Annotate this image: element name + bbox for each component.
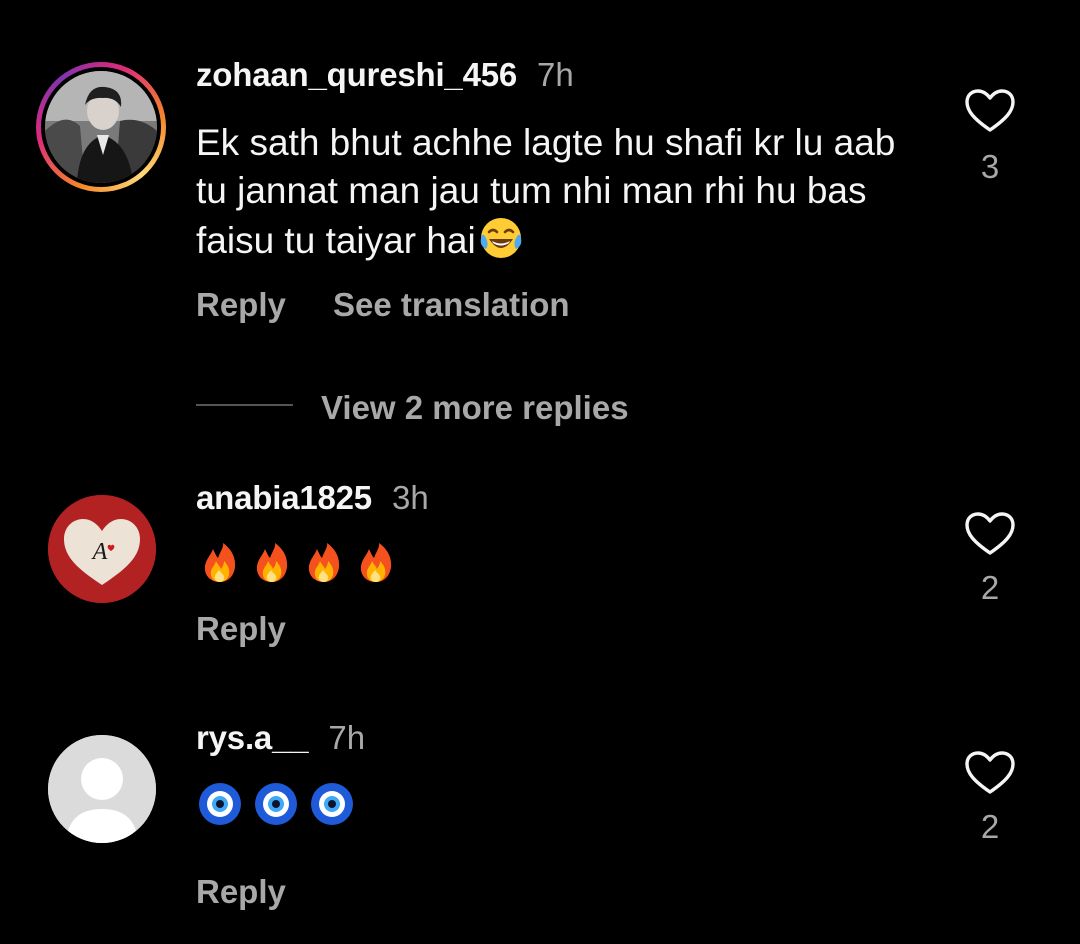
nazar-amulet-emoji bbox=[311, 783, 353, 825]
reply-button[interactable]: Reply bbox=[196, 873, 286, 911]
comment-timestamp: 3h bbox=[391, 479, 429, 516]
comment-header: rys.a__ 7h bbox=[196, 719, 365, 757]
profile-photo bbox=[45, 71, 157, 183]
comment-text: Ek sath bhut achhe lagte hu shafi kr lu … bbox=[196, 119, 916, 265]
laughing-tears-emoji bbox=[480, 218, 522, 258]
comment-header: anabia1825 3h bbox=[196, 479, 429, 517]
nazar-amulet-emoji bbox=[199, 783, 241, 825]
comment-timestamp: 7h bbox=[537, 56, 574, 93]
comment-avatar-rys[interactable] bbox=[48, 735, 156, 843]
nazar-amulet-emoji bbox=[255, 783, 297, 825]
reply-button[interactable]: Reply bbox=[196, 286, 286, 324]
heart-outline-icon[interactable] bbox=[964, 88, 1016, 139]
heart-outline-icon[interactable] bbox=[964, 511, 1016, 562]
profile-photo-image bbox=[45, 71, 157, 183]
comment-username[interactable]: rys.a__ bbox=[196, 719, 309, 757]
red-heart-avatar: A bbox=[48, 495, 156, 603]
comment-body: Ek sath bhut achhe lagte hu shafi kr lu … bbox=[196, 122, 896, 261]
comment-emojis bbox=[199, 542, 397, 584]
replies-divider-line bbox=[196, 404, 293, 406]
comment-emojis bbox=[197, 781, 355, 827]
fire-emoji bbox=[204, 543, 236, 582]
heart-letter-image: A bbox=[48, 495, 156, 603]
default-avatar bbox=[48, 735, 156, 843]
see-translation-button[interactable]: See translation bbox=[333, 286, 570, 324]
view-more-replies-button[interactable]: View 2 more replies bbox=[321, 389, 629, 427]
comment-header: zohaan_qureshi_456 7h bbox=[196, 56, 574, 94]
fire-emoji bbox=[308, 543, 340, 582]
comment-avatar-anabia[interactable]: A bbox=[48, 495, 156, 603]
like-count: 3 bbox=[980, 148, 1000, 185]
comment-avatar-zohaan[interactable] bbox=[36, 62, 166, 192]
default-user-icon bbox=[48, 735, 156, 843]
comment-username[interactable]: zohaan_qureshi_456 bbox=[196, 56, 517, 94]
fire-emoji bbox=[360, 543, 392, 582]
comment-username[interactable]: anabia1825 bbox=[196, 479, 372, 517]
fire-emoji bbox=[256, 543, 288, 582]
avatar-letter: A bbox=[91, 539, 108, 565]
like-count: 2 bbox=[980, 569, 1000, 606]
reply-button[interactable]: Reply bbox=[196, 610, 286, 648]
heart-outline-icon[interactable] bbox=[964, 750, 1016, 801]
comment-timestamp: 7h bbox=[328, 719, 366, 756]
story-ring bbox=[36, 62, 166, 192]
like-count: 2 bbox=[980, 808, 1000, 845]
